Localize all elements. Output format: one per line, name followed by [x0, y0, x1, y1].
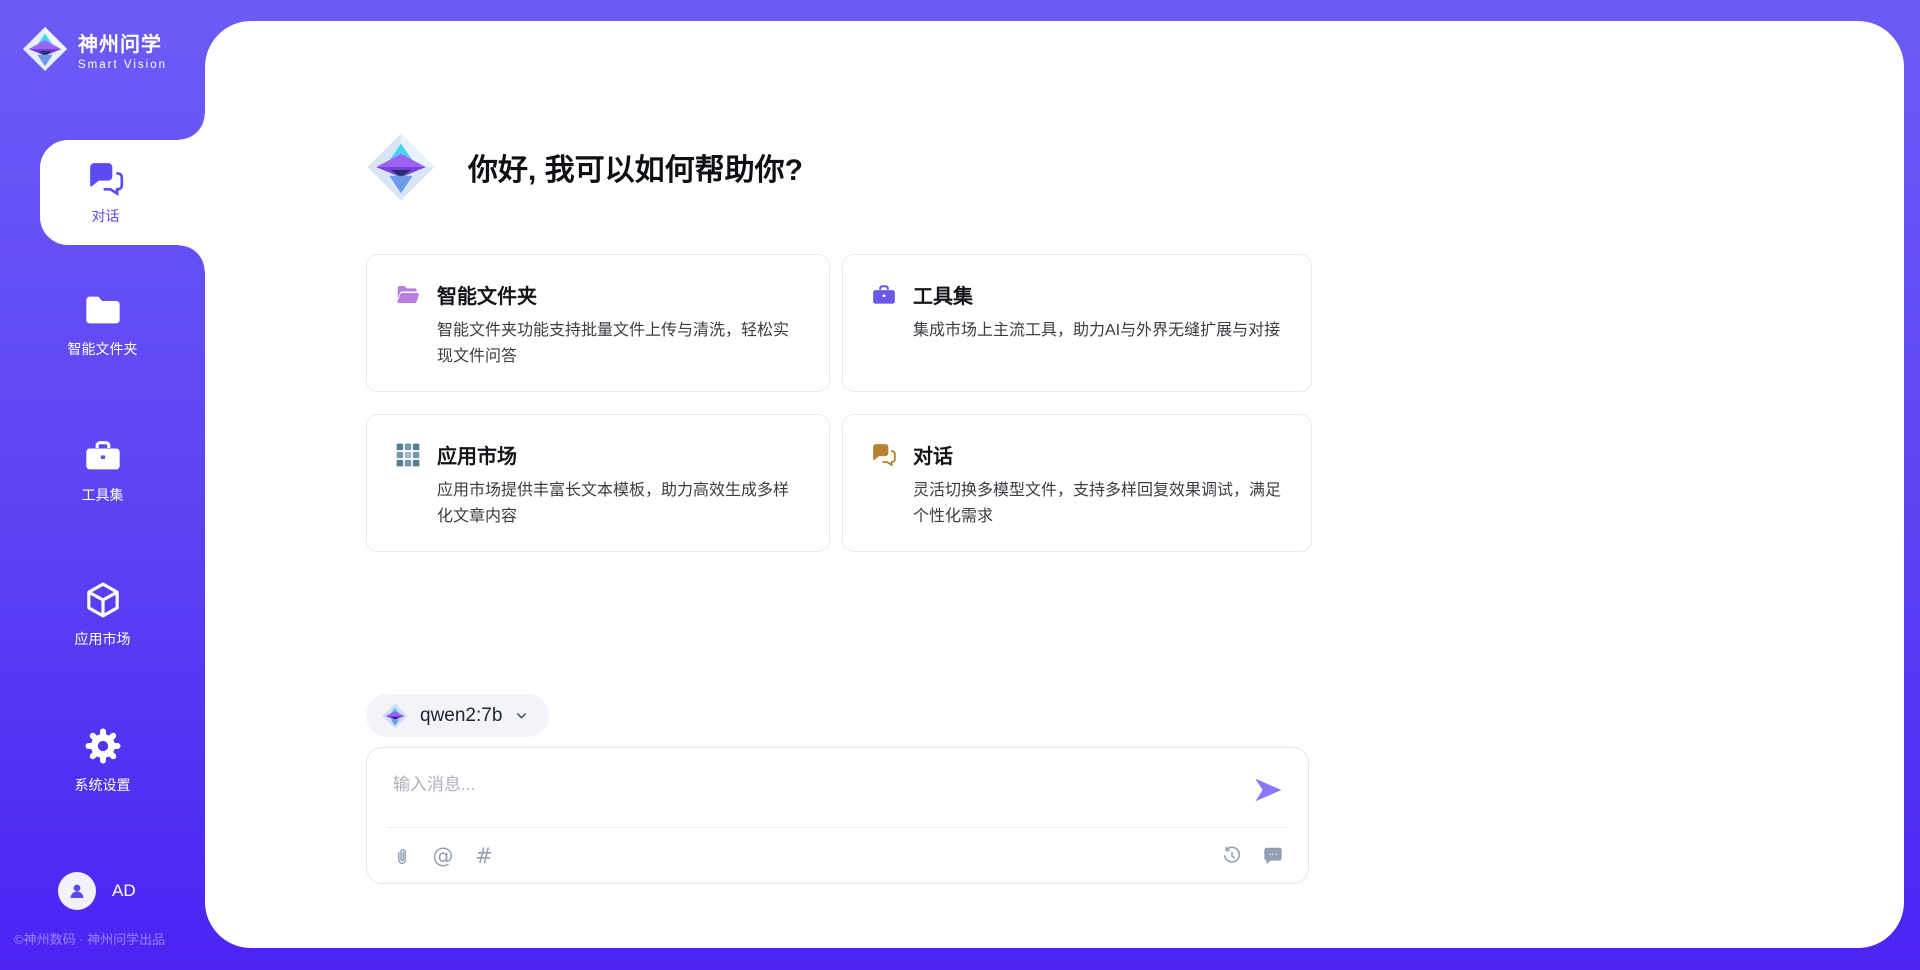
sidebar-item-smart-folder[interactable]: 智能文件夹 [0, 290, 205, 359]
card-app-market[interactable]: 应用市场 应用市场提供丰富长文本模板，助力高效生成多样化文章内容 [366, 414, 830, 552]
gear-icon [83, 726, 123, 766]
greeting-title: 你好, 我可以如何帮助你? [468, 145, 803, 189]
chat-icon [871, 442, 897, 468]
attachment-icon[interactable] [391, 845, 413, 867]
diamond-logo-icon [382, 703, 408, 729]
card-description: 集成市场上主流工具，助力AI与外界无缝扩展与对接 [913, 318, 1283, 344]
model-name: qwen2:7b [420, 705, 502, 727]
card-smart-folder[interactable]: 智能文件夹 智能文件夹功能支持批量文件上传与清洗，轻松实现文件问答 [366, 254, 830, 392]
card-description: 智能文件夹功能支持批量文件上传与清洗，轻松实现文件问答 [437, 318, 801, 369]
sidebar-item-toolset[interactable]: 工具集 [0, 436, 205, 505]
person-icon [65, 879, 89, 903]
history-icon[interactable] [1221, 845, 1243, 867]
diamond-logo-icon [366, 132, 436, 202]
card-title: 智能文件夹 [437, 280, 537, 309]
sidebar-item-label: 智能文件夹 [68, 339, 138, 359]
folder-icon [83, 290, 123, 330]
toolbox-icon [871, 282, 897, 308]
card-toolset[interactable]: 工具集 集成市场上主流工具，助力AI与外界无缝扩展与对接 [842, 254, 1312, 392]
feature-cards: 智能文件夹 智能文件夹功能支持批量文件上传与清洗，轻松实现文件问答 工具集 集成… [366, 254, 1312, 552]
message-input-box: @ # [366, 747, 1309, 884]
card-title: 应用市场 [437, 440, 517, 469]
sidebar: 神州问学 Smart Vision 智能文件夹 工具集 应用市场 [0, 0, 205, 970]
copyright-footer: ©神州数码 · 神州问学出品 [14, 929, 165, 948]
sidebar-item-label: 应用市场 [75, 629, 131, 649]
card-description: 灵活切换多模型文件，支持多样回复效果调试，满足个性化需求 [913, 478, 1283, 529]
card-title: 工具集 [913, 280, 973, 309]
message-input[interactable] [367, 748, 1308, 826]
chevron-down-icon [514, 708, 529, 723]
user-account[interactable]: AD [58, 872, 136, 910]
chat-bubble-icon[interactable] [1262, 845, 1284, 867]
sidebar-item-label: 系统设置 [75, 775, 131, 795]
card-chat[interactable]: 对话 灵活切换多模型文件，支持多样回复效果调试，满足个性化需求 [842, 414, 1312, 552]
sidebar-item-app-market[interactable]: 应用市场 [0, 580, 205, 649]
composer-toolbar: @ # [367, 828, 1308, 884]
sidebar-item-settings[interactable]: 系统设置 [0, 726, 205, 795]
send-icon[interactable] [1252, 774, 1284, 806]
grid-icon [395, 442, 421, 468]
app-logo: 神州问学 Smart Vision [22, 26, 167, 72]
model-selector[interactable]: qwen2:7b [366, 694, 549, 737]
card-description: 应用市场提供丰富长文本模板，助力高效生成多样化文章内容 [437, 478, 801, 529]
cube-icon [83, 580, 123, 620]
diamond-logo-icon [22, 26, 68, 72]
toolbox-icon [83, 436, 123, 476]
greeting-block: 你好, 我可以如何帮助你? [366, 132, 803, 202]
folder-open-icon [395, 282, 421, 308]
mention-icon[interactable]: @ [432, 845, 454, 867]
sidebar-item-label: 工具集 [82, 485, 124, 505]
app-name: 神州问学 [78, 28, 167, 57]
hashtag-icon[interactable]: # [473, 845, 495, 867]
card-title: 对话 [913, 440, 953, 469]
avatar [58, 872, 96, 910]
composer: qwen2:7b @ # [366, 694, 1309, 884]
app-tagline: Smart Vision [78, 59, 167, 71]
user-initials: AD [112, 881, 136, 901]
